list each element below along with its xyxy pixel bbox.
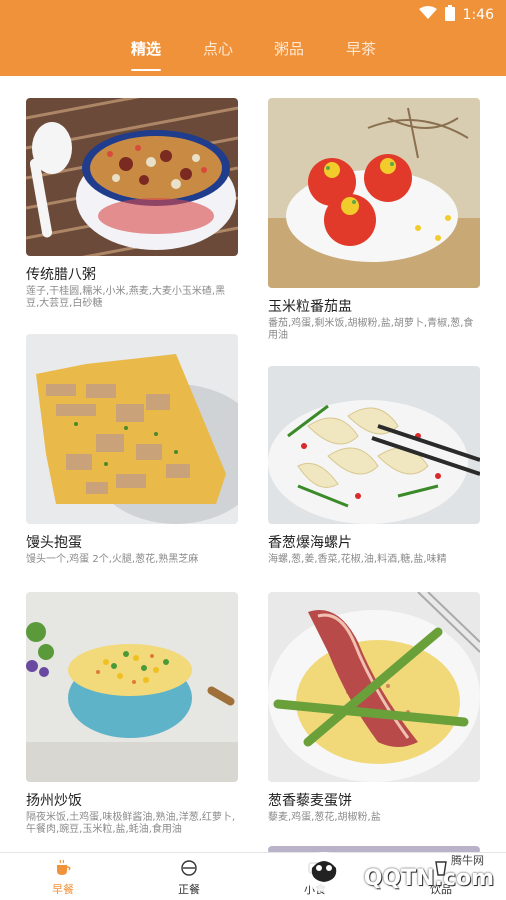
recipe-image bbox=[26, 334, 238, 524]
nav-breakfast[interactable]: 早餐 bbox=[3, 859, 123, 897]
recipe-title: 葱香藜麦蛋饼 bbox=[268, 793, 352, 809]
nav-main-meal[interactable]: 正餐 bbox=[129, 859, 249, 897]
tab-morning-tea[interactable]: 早茶 bbox=[346, 38, 376, 59]
tab-active-indicator bbox=[131, 69, 162, 71]
tab-dim-sum[interactable]: 点心 bbox=[203, 38, 233, 59]
tab-porridge[interactable]: 粥品 bbox=[274, 38, 304, 59]
recipe-card[interactable]: 扬州炒饭 隔夜米饭,土鸡蛋,味极鲜酱油,熟油,洋葱,红萝卜,午餐肉,豌豆,玉米粒… bbox=[26, 592, 238, 836]
coffee-cup-icon bbox=[54, 859, 72, 877]
status-time: 1:46 bbox=[462, 7, 494, 23]
recipe-ingredients: 隔夜米饭,土鸡蛋,味极鲜酱油,熟油,洋葱,红萝卜,午餐肉,豌豆,玉米粒,盐,蚝油… bbox=[26, 812, 236, 835]
recipe-ingredients: 藜麦,鸡蛋,葱花,胡椒粉,盐 bbox=[268, 812, 381, 823]
recipe-title: 传统腊八粥 bbox=[26, 267, 96, 283]
wifi-icon bbox=[418, 6, 437, 24]
recipe-card[interactable]: 玉米粒番茄盅 番茄,鸡蛋,剩米饭,胡椒粉,盐,胡萝卜,青椒,葱,食用油 bbox=[268, 98, 480, 342]
recipe-ingredients: 莲子,干桂圆,糯米,小米,燕麦,大麦小玉米碴,黑豆,大芸豆,白砂糖 bbox=[26, 286, 226, 309]
recipe-ingredients: 番茄,鸡蛋,剩米饭,胡椒粉,盐,胡萝卜,青椒,葱,食用油 bbox=[268, 318, 474, 341]
tab-label: 早茶 bbox=[346, 40, 377, 58]
bottom-navigation: 早餐 正餐 小食 饮品 腾牛网 QQTN.com bbox=[0, 852, 506, 900]
status-bar: 1:46 bbox=[0, 0, 506, 28]
recipe-card[interactable]: 馒头抱蛋 馒头一个,鸡蛋 2个,火腿,葱花,熟黑芝麻 bbox=[26, 334, 238, 566]
tab-label: 精选 bbox=[131, 40, 162, 58]
recipe-card[interactable]: 传统腊八粥 莲子,干桂圆,糯米,小米,燕麦,大麦小玉米碴,黑豆,大芸豆,白砂糖 bbox=[26, 98, 238, 310]
tab-label: 点心 bbox=[203, 40, 234, 58]
tab-label: 粥品 bbox=[274, 40, 305, 58]
recipe-image bbox=[268, 592, 480, 782]
recipe-title: 香葱爆海螺片 bbox=[268, 535, 352, 551]
recipe-image bbox=[268, 366, 480, 524]
nav-label: 早餐 bbox=[52, 883, 74, 896]
recipe-title: 玉米粒番茄盅 bbox=[268, 299, 352, 315]
recipe-image bbox=[26, 98, 238, 256]
battery-icon bbox=[444, 5, 455, 25]
recipe-grid: 传统腊八粥 莲子,干桂圆,糯米,小米,燕麦,大麦小玉米碴,黑豆,大芸豆,白砂糖 … bbox=[0, 76, 506, 852]
recipe-image bbox=[268, 98, 480, 288]
watermark-text-main: QQTN.com bbox=[363, 866, 494, 891]
nav-label: 正餐 bbox=[178, 883, 200, 896]
bowl-icon bbox=[180, 859, 198, 877]
recipe-card[interactable]: 香葱爆海螺片 海螺,葱,姜,香菜,花椒,油,料酒,糖,盐,味精 bbox=[268, 366, 480, 566]
recipe-title: 馒头抱蛋 bbox=[26, 535, 82, 551]
recipe-title: 扬州炒饭 bbox=[26, 793, 82, 809]
recipe-card[interactable]: 葱香藜麦蛋饼 藜麦,鸡蛋,葱花,胡椒粉,盐 bbox=[268, 592, 480, 824]
tab-featured[interactable]: 精选 bbox=[131, 38, 162, 71]
recipe-ingredients: 海螺,葱,姜,香菜,花椒,油,料酒,糖,盐,味精 bbox=[268, 554, 447, 565]
category-tabs: 精选 点心 粥品 早茶 bbox=[0, 28, 506, 76]
watermark-logo: 腾牛网 QQTN.com bbox=[294, 848, 500, 896]
recipe-ingredients: 馒头一个,鸡蛋 2个,火腿,葱花,熟黑芝麻 bbox=[26, 554, 199, 565]
recipe-image bbox=[26, 592, 238, 782]
